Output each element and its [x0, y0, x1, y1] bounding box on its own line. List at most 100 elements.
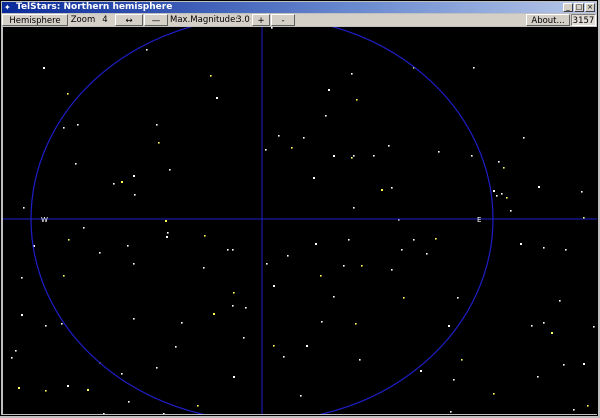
star — [45, 325, 47, 327]
about-button[interactable]: About... — [526, 14, 570, 26]
star — [291, 147, 293, 149]
star — [273, 345, 275, 347]
star — [233, 376, 235, 378]
star — [21, 314, 23, 316]
star — [156, 124, 158, 126]
star — [167, 232, 169, 234]
maximize-icon[interactable]: □ — [574, 3, 584, 12]
star — [18, 387, 20, 389]
star — [388, 145, 390, 147]
star — [287, 255, 289, 257]
star — [146, 49, 148, 51]
magnitude-increase-button[interactable]: + — [252, 14, 270, 26]
star — [169, 169, 171, 171]
star — [583, 363, 585, 365]
star — [216, 97, 218, 99]
star — [391, 187, 393, 189]
star — [438, 151, 440, 153]
star-count: 3157 — [571, 14, 596, 26]
hemisphere-button[interactable]: Hemisphere — [2, 14, 68, 26]
star — [450, 411, 452, 413]
sky-chart[interactable]: W E — [3, 27, 597, 414]
star — [233, 292, 235, 294]
star — [565, 249, 567, 251]
star — [381, 189, 383, 191]
minimize-icon[interactable]: _ — [563, 3, 573, 12]
star — [461, 359, 463, 361]
star — [15, 350, 17, 352]
zoom-label: Zoom — [70, 15, 96, 25]
star — [321, 321, 323, 323]
star — [359, 359, 361, 361]
star — [283, 356, 285, 358]
star — [165, 220, 167, 222]
star — [471, 155, 473, 157]
zoom-in-button[interactable]: ↔ — [115, 14, 143, 26]
star — [83, 227, 85, 229]
star — [559, 300, 561, 302]
west-label: W — [41, 216, 48, 224]
star — [581, 191, 583, 193]
app-window: ✦ TelStars: Northern hemisphere _ □ × He… — [0, 0, 598, 416]
star — [232, 305, 234, 307]
toolbar: Hemisphere Zoom 4 ↔ — Max.Magnitude: 3.0… — [2, 14, 596, 26]
star — [175, 346, 177, 348]
star — [496, 195, 498, 197]
star — [420, 370, 422, 372]
star — [87, 389, 89, 391]
star — [133, 175, 135, 177]
zoom-out-button[interactable]: — — [144, 14, 168, 26]
star — [573, 409, 575, 411]
star — [75, 163, 77, 165]
star — [523, 137, 525, 139]
close-icon[interactable]: × — [585, 3, 595, 12]
star — [271, 27, 273, 29]
title-bar[interactable]: ✦ TelStars: Northern hemisphere _ □ × — [2, 2, 596, 13]
sky-map[interactable]: W E — [3, 27, 597, 414]
star — [503, 167, 505, 169]
star — [391, 269, 393, 271]
star — [506, 197, 508, 199]
star — [166, 236, 168, 238]
magnitude-decrease-button[interactable]: - — [271, 14, 295, 26]
star — [67, 385, 69, 387]
star — [163, 413, 165, 414]
star — [121, 373, 123, 375]
star — [278, 135, 280, 137]
star — [134, 194, 136, 196]
star — [113, 183, 115, 185]
star — [210, 75, 212, 77]
star — [128, 401, 130, 403]
star — [63, 275, 65, 277]
star — [133, 263, 135, 265]
star — [356, 99, 358, 101]
star — [243, 337, 245, 339]
star — [531, 325, 533, 327]
star — [453, 379, 455, 381]
star — [63, 127, 65, 129]
star — [351, 157, 353, 159]
star — [457, 297, 459, 299]
star — [448, 325, 450, 327]
star — [127, 245, 129, 247]
star — [413, 239, 415, 241]
star — [510, 210, 512, 212]
star — [333, 296, 335, 298]
star-icon[interactable]: ✦ — [4, 3, 13, 12]
star-field — [11, 27, 595, 414]
star — [543, 247, 545, 249]
star — [61, 323, 63, 325]
star — [355, 323, 357, 325]
star — [197, 405, 199, 407]
star — [426, 253, 428, 255]
star — [587, 405, 589, 407]
star — [538, 186, 540, 188]
star — [493, 393, 495, 395]
star — [68, 239, 70, 241]
star — [498, 161, 500, 163]
star — [156, 367, 158, 369]
star — [493, 190, 495, 192]
star — [121, 181, 123, 183]
window-title: TelStars: Northern hemisphere — [16, 2, 173, 12]
star — [213, 313, 215, 315]
